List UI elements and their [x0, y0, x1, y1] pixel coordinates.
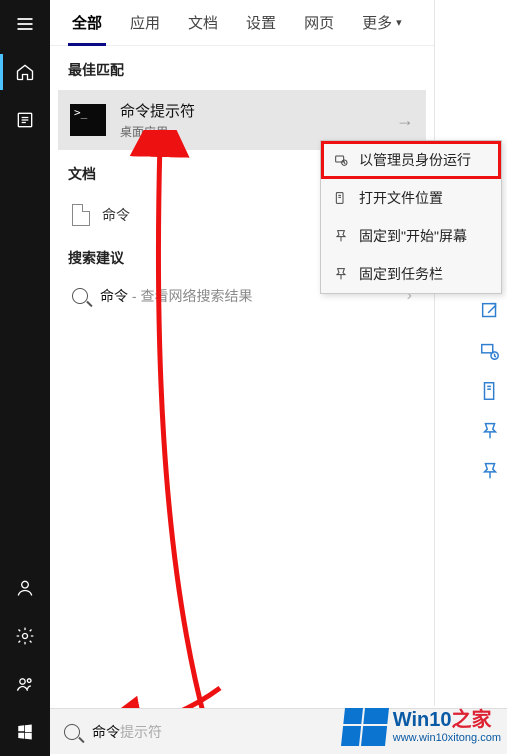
section-best-match: 最佳匹配: [50, 46, 434, 88]
tab-web[interactable]: 网页: [290, 0, 348, 46]
menu-pin-taskbar-label: 固定到任务栏: [359, 264, 443, 284]
suggestion-query: 命令: [100, 288, 128, 304]
context-menu: 以管理员身份运行 打开文件位置 固定到"开始"屏幕 固定到任务栏: [320, 140, 502, 294]
admin-icon[interactable]: [479, 340, 501, 362]
tab-apps[interactable]: 应用: [116, 0, 174, 46]
home-icon[interactable]: [0, 48, 50, 96]
people-icon[interactable]: [0, 660, 50, 708]
menu-pin-start[interactable]: 固定到"开始"屏幕: [321, 217, 501, 255]
best-match-title: 命令提示符: [120, 100, 195, 121]
cmd-app-icon: >_: [70, 104, 106, 136]
hamburger-icon[interactable]: [0, 0, 50, 48]
document-item-label: 命令: [102, 205, 130, 225]
watermark-zhi: 之家: [452, 709, 492, 731]
user-icon[interactable]: [0, 564, 50, 612]
tab-more[interactable]: 更多 ▾: [348, 0, 416, 46]
list-icon[interactable]: [0, 96, 50, 144]
tab-all[interactable]: 全部: [58, 0, 116, 46]
menu-run-as-admin-label: 以管理员身份运行: [359, 150, 471, 170]
start-rail: [0, 0, 50, 756]
tab-documents[interactable]: 文档: [174, 0, 232, 46]
chevron-down-icon: ▾: [396, 16, 402, 29]
open-icon[interactable]: [479, 300, 501, 322]
watermark-url: www.win10xitong.com: [393, 732, 501, 745]
file-icon[interactable]: [479, 380, 501, 402]
preview-action-rail: [479, 300, 501, 482]
best-match-subtitle: 桌面应用: [120, 123, 195, 140]
suggestion-hint: - 查看网络搜索结果: [128, 288, 252, 304]
menu-pin-start-label: 固定到"开始"屏幕: [359, 226, 467, 246]
search-icon: [72, 288, 88, 304]
menu-open-location[interactable]: 打开文件位置: [321, 179, 501, 217]
settings-icon[interactable]: [0, 612, 50, 660]
pin-taskbar-icon[interactable]: [479, 460, 501, 482]
search-typed-text: 命令: [92, 724, 120, 740]
document-icon: [72, 204, 90, 226]
menu-run-as-admin[interactable]: 以管理员身份运行: [321, 141, 501, 179]
windows-start-icon[interactable]: [0, 708, 50, 756]
search-tabs: 全部 应用 文档 设置 网页 更多 ▾: [50, 0, 434, 46]
search-panel: 全部 应用 文档 设置 网页 更多 ▾ 最佳匹配 >_ 命令提示符 桌面应用 →…: [50, 0, 435, 706]
pin-start-icon[interactable]: [479, 420, 501, 442]
watermark-brand: Win10: [393, 709, 452, 731]
expand-arrow-icon[interactable]: →: [396, 110, 414, 131]
search-input[interactable]: 命令提示符: [92, 722, 162, 742]
tab-more-label: 更多: [362, 12, 392, 33]
watermark: Win10之家 www.win10xitong.com: [343, 708, 501, 746]
search-icon: [64, 724, 80, 740]
menu-open-location-label: 打开文件位置: [359, 188, 443, 208]
search-ghost-text: 提示符: [120, 724, 162, 740]
tab-settings[interactable]: 设置: [232, 0, 290, 46]
windows-logo-icon: [341, 708, 389, 746]
menu-pin-taskbar[interactable]: 固定到任务栏: [321, 255, 501, 293]
